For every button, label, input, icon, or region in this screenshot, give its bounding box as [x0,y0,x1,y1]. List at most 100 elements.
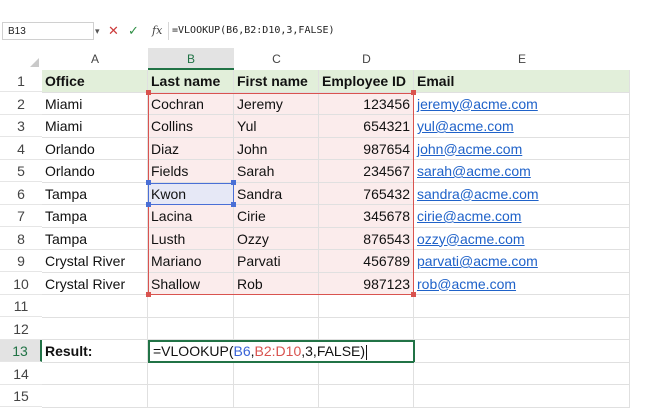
empty-cell[interactable] [234,385,319,408]
empty-cell[interactable] [234,317,319,340]
insert-function-icon[interactable]: fx [152,22,162,40]
office-cell[interactable]: Tampa [42,227,148,250]
office-cell[interactable]: Miami [42,115,148,138]
office-cell[interactable]: Tampa [42,205,148,228]
row-header[interactable]: 10 [0,272,42,295]
employee-id-cell[interactable]: 456789 [319,250,414,273]
office-cell[interactable]: Orlando [42,137,148,160]
active-cell-editor[interactable]: =VLOOKUP(B6,B2:D10,3,FALSE) [148,340,415,363]
name-box[interactable]: B13 [2,22,94,40]
empty-cell[interactable] [414,340,630,363]
last-name-cell[interactable]: Shallow [148,272,234,295]
column-header-c[interactable]: C [234,48,319,70]
last-name-cell[interactable]: Lusth [148,227,234,250]
empty-cell[interactable] [319,385,414,408]
name-box-dropdown-icon[interactable]: ▾ [95,23,100,39]
first-name-cell[interactable]: Rob [234,272,319,295]
email-link[interactable]: john@acme.com [414,137,630,160]
b6-resize-handle[interactable] [231,202,236,207]
b6-resize-handle[interactable] [146,202,151,207]
empty-cell[interactable] [414,317,630,340]
empty-cell[interactable] [42,385,148,408]
row-header[interactable]: 11 [0,295,42,317]
email-link[interactable]: parvati@acme.com [414,250,630,273]
column-header-d[interactable]: D [319,48,414,70]
last-name-cell[interactable]: Fields [148,160,234,183]
row-header[interactable]: 1 [0,70,42,92]
first-name-cell[interactable]: Cirie [234,205,319,228]
empty-cell[interactable] [148,362,234,385]
select-all-corner[interactable] [0,48,42,70]
b6-resize-handle[interactable] [231,180,236,185]
b6-resize-handle[interactable] [146,180,151,185]
office-cell[interactable]: Orlando [42,160,148,183]
result-label[interactable]: Result: [42,340,148,363]
row-header[interactable]: 12 [0,317,42,340]
email-link[interactable]: sandra@acme.com [414,182,630,205]
header-email[interactable]: Email [414,70,630,93]
header-last-name[interactable]: Last name [148,70,234,93]
last-name-cell[interactable]: Mariano [148,250,234,273]
header-employee-id[interactable]: Employee ID [319,70,414,93]
employee-id-cell[interactable]: 654321 [319,115,414,138]
employee-id-cell[interactable]: 876543 [319,227,414,250]
first-name-cell[interactable]: Sarah [234,160,319,183]
row-header[interactable]: 4 [0,137,42,160]
employee-id-cell[interactable]: 987123 [319,272,414,295]
employee-id-cell[interactable]: 987654 [319,137,414,160]
empty-cell[interactable] [234,362,319,385]
empty-cell[interactable] [319,317,414,340]
email-link[interactable]: jeremy@acme.com [414,92,630,115]
empty-cell[interactable] [414,295,630,318]
employee-id-cell[interactable]: 234567 [319,160,414,183]
first-name-cell[interactable]: Parvati [234,250,319,273]
row-header[interactable]: 2 [0,92,42,115]
empty-cell[interactable] [42,295,148,318]
employee-id-cell[interactable]: 765432 [319,182,414,205]
row-header[interactable]: 9 [0,250,42,272]
formula-input[interactable]: =VLOOKUP(B6,B2:D10,3,FALSE) [172,22,335,40]
empty-cell[interactable] [414,362,630,385]
empty-cell[interactable] [234,295,319,318]
empty-cell[interactable] [319,295,414,318]
office-cell[interactable]: Crystal River [42,250,148,273]
empty-cell[interactable] [148,385,234,408]
empty-cell[interactable] [319,362,414,385]
email-link[interactable]: sarah@acme.com [414,160,630,183]
last-name-cell[interactable]: Diaz [148,137,234,160]
email-link[interactable]: ozzy@acme.com [414,227,630,250]
range-resize-handle[interactable] [411,90,416,95]
row-header[interactable]: 8 [0,227,42,250]
first-name-cell[interactable]: Sandra [234,182,319,205]
range-resize-handle[interactable] [146,90,151,95]
first-name-cell[interactable]: Jeremy [234,92,319,115]
employee-id-cell[interactable]: 345678 [319,205,414,228]
column-header-e[interactable]: E [414,48,630,70]
range-resize-handle[interactable] [411,292,416,297]
row-header[interactable]: 5 [0,160,42,182]
email-link[interactable]: rob@acme.com [414,272,630,295]
row-header[interactable]: 15 [0,385,42,407]
first-name-cell[interactable]: Yul [234,115,319,138]
empty-cell[interactable] [148,317,234,340]
email-link[interactable]: cirie@acme.com [414,205,630,228]
row-header[interactable]: 3 [0,115,42,137]
last-name-cell[interactable]: Lacina [148,205,234,228]
last-name-cell-b6[interactable]: Kwon [148,182,234,205]
column-header-b[interactable]: B [148,48,234,70]
column-header-a[interactable]: A [42,48,148,70]
last-name-cell[interactable]: Cochran [148,92,234,115]
cancel-icon[interactable]: ✕ [108,22,119,40]
first-name-cell[interactable]: John [234,137,319,160]
first-name-cell[interactable]: Ozzy [234,227,319,250]
office-cell[interactable]: Tampa [42,182,148,205]
enter-icon[interactable]: ✓ [128,22,139,40]
empty-cell[interactable] [42,317,148,340]
office-cell[interactable]: Crystal River [42,272,148,295]
row-header[interactable]: 6 [0,182,42,205]
range-resize-handle[interactable] [146,292,151,297]
header-office[interactable]: Office [42,70,148,93]
office-cell[interactable]: Miami [42,92,148,115]
row-header[interactable]: 13 [0,340,42,362]
empty-cell[interactable] [148,295,234,318]
